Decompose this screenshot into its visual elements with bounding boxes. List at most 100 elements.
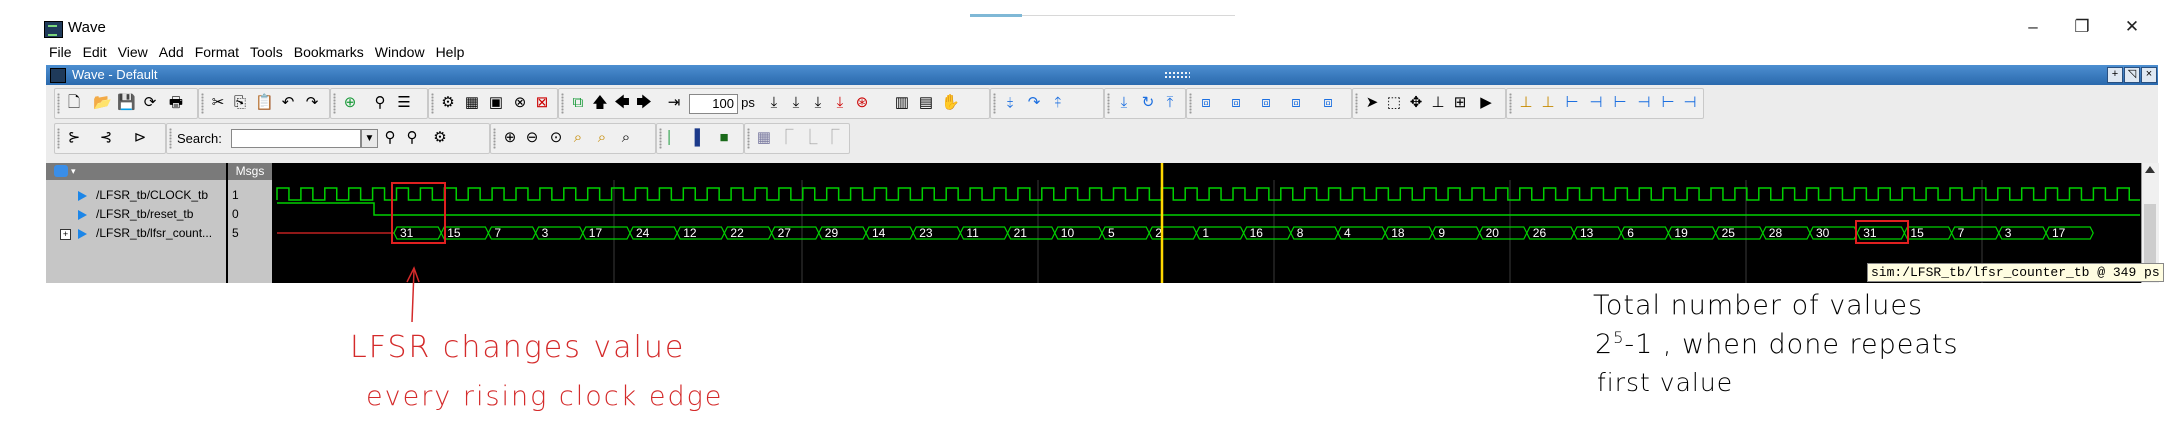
continue-icon[interactable]: ⤓ bbox=[787, 94, 805, 112]
rising-edge-icon[interactable]: ⎾ bbox=[823, 129, 841, 147]
insert-cursor-icon[interactable]: ⎸ bbox=[667, 129, 685, 147]
close-button[interactable]: ✕ bbox=[2112, 14, 2152, 40]
format-5-icon[interactable]: ⧈ bbox=[1319, 94, 1337, 112]
next-edge-icon[interactable]: ⎾ bbox=[777, 129, 795, 147]
expand-tree-icon[interactable]: ⊱ bbox=[65, 129, 83, 147]
new-file-icon[interactable]: 🗋 bbox=[65, 94, 83, 112]
menu-format[interactable]: Format bbox=[192, 41, 247, 63]
wave-options-icon[interactable] bbox=[54, 165, 68, 177]
edge-4-icon[interactable]: ⊣ bbox=[1587, 94, 1605, 112]
step-out-icon[interactable]: ⤉ bbox=[1049, 94, 1067, 112]
find-binoculars-icon[interactable]: ⚲ bbox=[371, 94, 389, 112]
search-next-icon[interactable]: ⚲ bbox=[381, 129, 399, 147]
step-over-icon[interactable]: ↷ bbox=[1025, 94, 1043, 112]
run-length-input[interactable]: 100 bbox=[689, 94, 738, 114]
print-icon[interactable]: 🖶 bbox=[167, 94, 185, 112]
paste-icon[interactable]: 📋 bbox=[255, 94, 274, 112]
edge-2-icon[interactable]: ⊥ bbox=[1539, 94, 1557, 112]
scroll-thumb[interactable] bbox=[2144, 204, 2156, 264]
step-icon[interactable]: ⤓ bbox=[1115, 94, 1133, 112]
run-length-icon[interactable]: ⇥ bbox=[665, 94, 683, 112]
chevron-down-icon[interactable]: ▾ bbox=[71, 163, 76, 180]
collapse-tree-icon[interactable]: ⊰ bbox=[97, 129, 115, 147]
panel-undock-button[interactable]: ◹ bbox=[2124, 67, 2140, 83]
edit-mode-icon[interactable]: ⊥ bbox=[1429, 94, 1447, 112]
run-all-icon[interactable]: ⤓ bbox=[809, 94, 827, 112]
performance-icon[interactable]: ▥ bbox=[893, 94, 911, 112]
prev-edge-icon[interactable]: ▦ bbox=[755, 129, 773, 147]
signal-row-lfsr-count[interactable]: + /LFSR_tb/lfsr_count... bbox=[46, 225, 226, 242]
menu-view[interactable]: View bbox=[115, 41, 156, 63]
waveform-canvas[interactable]: 31 15 7 3 17 24 12 22 27 29 14 23 11 21 10 5 2 1 16 8 4 18 9 20… bbox=[274, 163, 2140, 283]
signal-row-clock[interactable]: /LFSR_tb/CLOCK_tb bbox=[46, 187, 226, 204]
back-arrow-icon[interactable]: 🡄 bbox=[613, 94, 631, 112]
stop-icon[interactable]: ⊠ bbox=[533, 94, 551, 112]
menu-edit[interactable]: Edit bbox=[80, 41, 115, 63]
run-icon[interactable]: ⤓ bbox=[765, 94, 783, 112]
edge-1-icon[interactable]: ⊥ bbox=[1517, 94, 1535, 112]
save-icon[interactable]: 💾 bbox=[117, 94, 136, 112]
group-icon[interactable]: ⊳ bbox=[131, 129, 149, 147]
menu-window[interactable]: Window bbox=[372, 41, 433, 63]
step-into-icon[interactable]: ⤈ bbox=[1001, 94, 1019, 112]
restart-icon[interactable]: ⧉ bbox=[569, 94, 587, 112]
panel-close-button[interactable]: × bbox=[2141, 67, 2157, 83]
run-length-unit[interactable]: ps bbox=[737, 94, 759, 112]
zoom-in-icon[interactable]: ⊕ bbox=[501, 129, 519, 147]
zoom-full-icon[interactable]: ⊙ bbox=[547, 129, 565, 147]
zoom-mode-icon[interactable]: ⬚ bbox=[1385, 94, 1403, 112]
reload-icon[interactable]: ⟳ bbox=[141, 94, 159, 112]
step-forward-icon[interactable]: ↻ bbox=[1139, 94, 1157, 112]
redo-icon[interactable]: ↷ bbox=[303, 94, 321, 112]
minimize-button[interactable]: – bbox=[2013, 14, 2053, 40]
list-icon[interactable]: ☰ bbox=[395, 94, 413, 112]
falling-edge-icon[interactable]: ⎿ bbox=[801, 129, 819, 147]
compile-all-icon[interactable]: ▦ bbox=[463, 94, 481, 112]
break-run-icon[interactable]: ⤓ bbox=[831, 94, 849, 112]
memory-icon[interactable]: ▤ bbox=[917, 94, 935, 112]
lock-cursor-icon[interactable]: ■ bbox=[715, 129, 733, 147]
zoom-out-icon[interactable]: ⊖ bbox=[523, 129, 541, 147]
menu-file[interactable]: File bbox=[46, 41, 80, 63]
copy-icon[interactable]: ⎘ bbox=[231, 94, 249, 112]
forward-arrow-icon[interactable]: 🡆 bbox=[635, 94, 653, 112]
format-icon[interactable]: ⧈ bbox=[1197, 94, 1215, 112]
edge-5-icon[interactable]: ⊢ bbox=[1611, 94, 1629, 112]
restore-button[interactable]: ❐ bbox=[2062, 14, 2102, 40]
format-2-icon[interactable]: ⧈ bbox=[1227, 94, 1245, 112]
edge-6-icon[interactable]: ⊣ bbox=[1635, 94, 1653, 112]
cut-icon[interactable]: ✂ bbox=[209, 94, 227, 112]
pan-icon[interactable]: ✥ bbox=[1407, 94, 1425, 112]
menu-help[interactable]: Help bbox=[433, 41, 473, 63]
format-4-icon[interactable]: ⧈ bbox=[1287, 94, 1305, 112]
panel-drag-handle[interactable] bbox=[1164, 71, 1190, 79]
dataflow-icon[interactable]: ▶ bbox=[1477, 94, 1495, 112]
zoom-region-icon[interactable]: ⌕ bbox=[593, 129, 611, 147]
stop-run-icon[interactable]: ⊛ bbox=[853, 94, 871, 112]
signal-row-reset[interactable]: /LFSR_tb/reset_tb bbox=[46, 206, 226, 223]
format-3-icon[interactable]: ⧈ bbox=[1257, 94, 1275, 112]
search-dropdown-button[interactable]: ▼ bbox=[361, 129, 378, 148]
undo-icon[interactable]: ↶ bbox=[279, 94, 297, 112]
simulate-icon[interactable]: ▣ bbox=[487, 94, 505, 112]
panel-dock-button[interactable]: + bbox=[2107, 67, 2123, 83]
expand-bus-toggle[interactable]: + bbox=[60, 229, 71, 240]
select-pointer-icon[interactable]: ➤ bbox=[1363, 94, 1381, 112]
zoom-cursor-icon[interactable]: ⌕ bbox=[569, 129, 587, 147]
step-back-icon[interactable]: ⤒ bbox=[1161, 94, 1179, 112]
up-arrow-icon[interactable]: 🡅 bbox=[591, 94, 609, 112]
search-input[interactable] bbox=[231, 129, 361, 148]
compile-icon[interactable]: ⚙ bbox=[439, 94, 457, 112]
open-folder-icon[interactable]: 📂 bbox=[93, 94, 112, 112]
search-prev-icon[interactable]: ⚲ bbox=[403, 129, 421, 147]
delete-cursor-icon[interactable]: ▌ bbox=[691, 129, 709, 147]
menu-tools[interactable]: Tools bbox=[247, 41, 291, 63]
scroll-up-icon[interactable] bbox=[2145, 166, 2155, 173]
search-options-icon[interactable]: ⚙ bbox=[431, 129, 449, 147]
hand-icon[interactable]: ✋ bbox=[941, 94, 960, 112]
menu-add[interactable]: Add bbox=[156, 41, 192, 63]
zoom-last-icon[interactable]: ⌕ bbox=[617, 129, 635, 147]
edge-3-icon[interactable]: ⊢ bbox=[1563, 94, 1581, 112]
add-icon[interactable]: ⊕ bbox=[341, 94, 359, 112]
break-icon[interactable]: ⊗ bbox=[511, 94, 529, 112]
